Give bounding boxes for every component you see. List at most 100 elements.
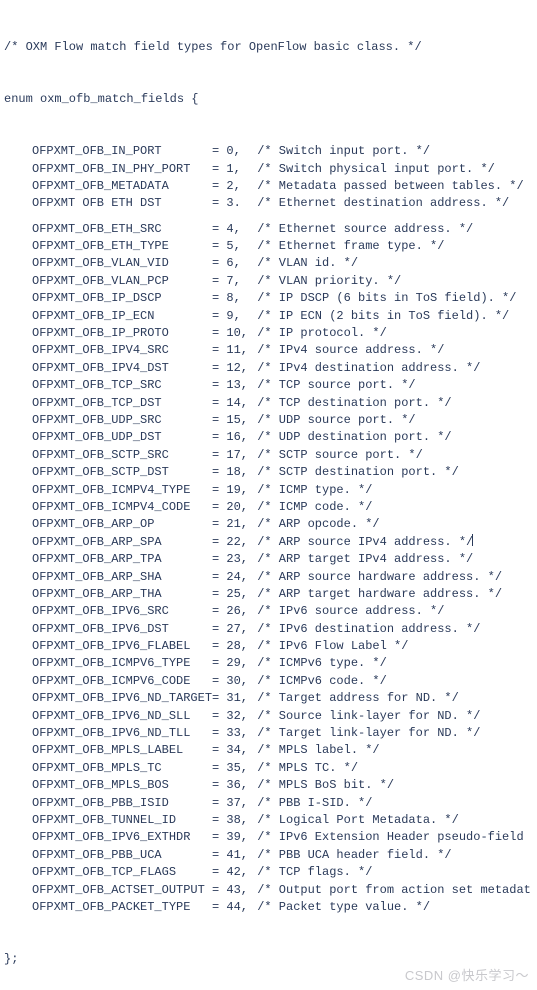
enum-field-row: OFPXMT_OFB_IP_PROTO= 10, /* IP protocol.… [4,325,533,342]
field-name: OFPXMT OFB ETH DST [32,195,212,212]
field-comment: /* TCP source port. */ [250,377,416,394]
field-name: OFPXMT_OFB_IP_DSCP [32,290,212,307]
field-value: = 5, [212,238,250,255]
enum-field-row: OFPXMT_OFB_PBB_UCA= 41, /* PBB UCA heade… [4,847,533,864]
field-value: = 32, [212,708,250,725]
field-name: OFPXMT_OFB_IPV6_ND_SLL [32,708,212,725]
field-name: OFPXMT_OFB_IN_PHY_PORT [32,161,212,178]
enum-field-row: OFPXMT_OFB_UDP_DST= 16, /* UDP destinati… [4,429,533,446]
field-value: = 13, [212,377,250,394]
field-value: = 28, [212,638,250,655]
enum-field-row: OFPXMT_OFB_SCTP_SRC= 17, /* SCTP source … [4,447,533,464]
field-comment: /* Source link-layer for ND. */ [250,708,480,725]
field-name: OFPXMT_OFB_SCTP_DST [32,464,212,481]
enum-field-row: OFPXMT_OFB_ICMPV6_CODE= 30, /* ICMPv6 co… [4,673,533,690]
enum-fields: OFPXMT_OFB_IN_PORT= 0, /* Switch input p… [4,143,533,916]
enum-field-row: OFPXMT_OFB_MPLS_TC= 35, /* MPLS TC. */ [4,760,533,777]
field-comment: /* ARP source IPv4 address. */ [250,534,473,551]
field-name: OFPXMT_OFB_UDP_DST [32,429,212,446]
field-value: = 1, [212,161,250,178]
field-comment: /* IPv6 Flow Label */ [250,638,408,655]
enum-declaration: enum oxm_ofb_match_fields { [4,91,533,108]
field-comment: /* Ethernet frame type. */ [250,238,444,255]
field-comment: /* Logical Port Metadata. */ [250,812,459,829]
enum-field-row: OFPXMT_OFB_IPV4_DST= 12, /* IPv4 destina… [4,360,533,377]
field-comment: /* IPv6 source address. */ [250,603,444,620]
enum-field-row: OFPXMT_OFB_ARP_SPA= 22, /* ARP source IP… [4,534,533,551]
field-name: OFPXMT_OFB_IPV4_DST [32,360,212,377]
field-name: OFPXMT_OFB_IPV6_DST [32,621,212,638]
enum-field-row: OFPXMT_OFB_TCP_SRC= 13, /* TCP source po… [4,377,533,394]
enum-field-row: OFPXMT_OFB_ARP_SHA= 24, /* ARP source ha… [4,569,533,586]
field-name: OFPXMT_OFB_VLAN_VID [32,255,212,272]
code-block: /* OXM Flow match field types for OpenFl… [4,4,533,986]
field-value: = 33, [212,725,250,742]
field-value: = 44, [212,899,250,916]
blank-line [4,213,533,221]
field-name: OFPXMT_OFB_VLAN_PCP [32,273,212,290]
field-value: = 31, [212,690,250,707]
field-value: = 2, [212,178,250,195]
field-comment: /* VLAN id. */ [250,255,358,272]
field-value: = 29, [212,655,250,672]
enum-field-row: OFPXMT_OFB_ETH_SRC= 4, /* Ethernet sourc… [4,221,533,238]
field-value: = 9, [212,308,250,325]
enum-field-row: OFPXMT_OFB_IN_PHY_PORT= 1, /* Switch phy… [4,161,533,178]
enum-field-row: OFPXMT_OFB_IP_DSCP= 8, /* IP DSCP (6 bit… [4,290,533,307]
field-name: OFPXMT_OFB_IPV6_SRC [32,603,212,620]
field-comment: /* MPLS BoS bit. */ [250,777,394,794]
field-value: = 36, [212,777,250,794]
field-name: OFPXMT_OFB_SCTP_SRC [32,447,212,464]
enum-field-row: OFPXMT_OFB_PBB_ISID= 37, /* PBB I-SID. *… [4,795,533,812]
enum-field-row: OFPXMT_OFB_METADATA= 2, /* Metadata pass… [4,178,533,195]
field-name: OFPXMT_OFB_ARP_SHA [32,569,212,586]
field-comment: /* IP protocol. */ [250,325,387,342]
field-comment: /* IP ECN (2 bits in ToS field). */ [250,308,509,325]
enum-field-row: OFPXMT_OFB_IPV6_ND_TLL= 33, /* Target li… [4,725,533,742]
field-comment: /* Switch physical input port. */ [250,161,495,178]
field-value: = 35, [212,760,250,777]
field-value: = 24, [212,569,250,586]
enum-field-row: OFPXMT_OFB_ACTSET_OUTPUT= 43, /* Output … [4,882,533,899]
field-name: OFPXMT_OFB_ACTSET_OUTPUT [32,882,212,899]
field-name: OFPXMT_OFB_ETH_TYPE [32,238,212,255]
field-comment: /* VLAN priority. */ [250,273,401,290]
enum-field-row: OFPXMT_OFB_SCTP_DST= 18, /* SCTP destina… [4,464,533,481]
field-name: OFPXMT_OFB_IPV6_ND_TLL [32,725,212,742]
field-name: OFPXMT_OFB_TCP_SRC [32,377,212,394]
field-comment: /* ICMPv6 code. */ [250,673,387,690]
field-value: = 11, [212,342,250,359]
field-comment: /* UDP destination port. */ [250,429,452,446]
field-comment: /* TCP destination port. */ [250,395,452,412]
field-name: OFPXMT_OFB_TUNNEL_ID [32,812,212,829]
field-name: OFPXMT_OFB_METADATA [32,178,212,195]
field-comment: /* ARP target IPv4 address. */ [250,551,473,568]
field-comment: /* TCP flags. */ [250,864,372,881]
field-value: = 18, [212,464,250,481]
field-value: = 15, [212,412,250,429]
field-comment: /* PBB UCA header field. */ [250,847,452,864]
field-name: OFPXMT_OFB_PBB_UCA [32,847,212,864]
field-value: = 42, [212,864,250,881]
enum-field-row: OFPXMT_OFB_IP_ECN= 9, /* IP ECN (2 bits … [4,308,533,325]
field-comment: /* ICMPv6 type. */ [250,655,387,672]
field-name: OFPXMT_OFB_MPLS_LABEL [32,742,212,759]
enum-field-row: OFPXMT_OFB_ETH_TYPE= 5, /* Ethernet fram… [4,238,533,255]
field-value: = 6, [212,255,250,272]
enum-field-row: OFPXMT_OFB_IPV6_EXTHDR= 39, /* IPv6 Exte… [4,829,533,846]
field-value: = 7, [212,273,250,290]
enum-close: }; [4,951,533,968]
enum-field-row: OFPXMT_OFB_TUNNEL_ID= 38, /* Logical Por… [4,812,533,829]
field-name: OFPXMT_OFB_IP_ECN [32,308,212,325]
enum-field-row: OFPXMT_OFB_IPV6_FLABEL= 28, /* IPv6 Flow… [4,638,533,655]
field-comment: /* Switch input port. */ [250,143,430,160]
field-name: OFPXMT_OFB_IPV6_EXTHDR [32,829,212,846]
enum-field-row: OFPXMT_OFB_ARP_THA= 25, /* ARP target ha… [4,586,533,603]
field-comment: /* Ethernet destination address. */ [250,195,509,212]
field-value: = 14, [212,395,250,412]
field-value: = 12, [212,360,250,377]
field-comment: /* IPv4 source address. */ [250,342,444,359]
field-name: OFPXMT_OFB_TCP_DST [32,395,212,412]
field-value: = 20, [212,499,250,516]
enum-field-row: OFPXMT OFB ETH DST= 3. /* Ethernet desti… [4,195,533,212]
